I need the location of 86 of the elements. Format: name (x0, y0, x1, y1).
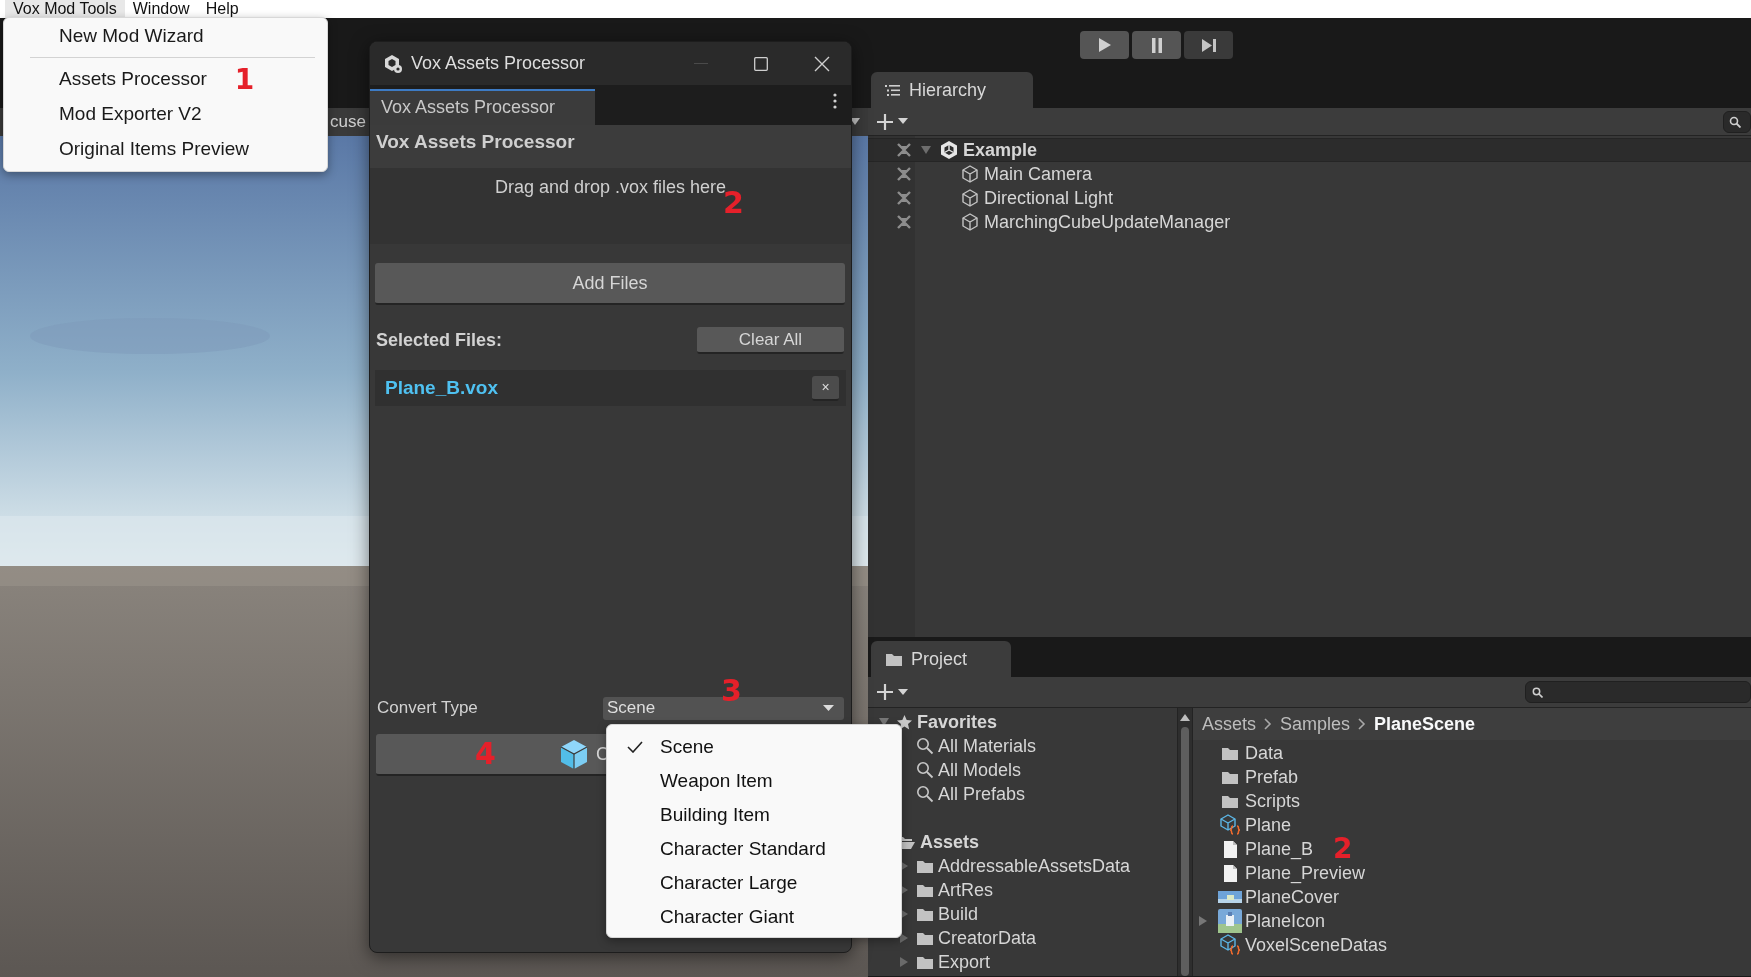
crossed-out-icon[interactable] (895, 189, 913, 207)
clear-all-button[interactable]: Clear All (697, 326, 844, 354)
annotation-number: 1 (234, 67, 255, 92)
folder-icon (1221, 793, 1239, 809)
play-button[interactable] (1080, 31, 1129, 59)
menu-item[interactable]: Mod Exporter V2 (59, 100, 202, 129)
file-name[interactable]: Plane_B.vox (385, 373, 498, 403)
file-icon (1222, 839, 1238, 859)
menu-item[interactable]: Assets Processor (59, 65, 207, 94)
plus-icon (876, 112, 894, 131)
menu-bar-item[interactable]: Window (124, 0, 198, 18)
add-menu-button[interactable] (876, 683, 908, 701)
search-icon (1532, 686, 1543, 698)
search-field[interactable] (1525, 681, 1751, 703)
panel-tab[interactable]: Hierarchy (871, 72, 1033, 108)
chevron-right-icon (1264, 718, 1273, 730)
scene-tab-label[interactable]: cuse (330, 109, 366, 135)
plus-icon (876, 683, 894, 701)
field-label: Convert Type (377, 697, 478, 720)
cube-icon (960, 188, 980, 208)
dropdown-option[interactable]: Character Standard (607, 832, 901, 866)
search-field[interactable] (1723, 110, 1751, 133)
breadcrumb-item[interactable]: Samples (1280, 710, 1351, 738)
dropdown-option[interactable]: Character Large (607, 866, 901, 900)
crossed-out-icon[interactable] (895, 213, 913, 231)
breadcrumb-item[interactable]: PlaneScene (1374, 710, 1476, 738)
play-icon (1097, 37, 1112, 53)
menu-item[interactable]: New Mod Wizard (59, 22, 204, 51)
collapse-triangle-icon[interactable] (898, 932, 910, 944)
more-options-icon[interactable] (833, 93, 837, 109)
folder-icon (916, 954, 934, 970)
cube-icon (960, 212, 980, 232)
star-icon (896, 713, 913, 731)
prefab-script-icon (1219, 934, 1241, 956)
chevron-right-icon (1358, 718, 1367, 730)
add-menu-button[interactable] (876, 112, 908, 131)
section-label: Selected Files: (376, 328, 503, 352)
dropdown-caret-icon[interactable] (850, 118, 860, 126)
close-icon[interactable] (814, 55, 830, 72)
crossed-out-icon[interactable] (895, 165, 913, 183)
dropdown-option[interactable]: Building Item (607, 798, 901, 832)
annotation-number: 2 (1333, 837, 1353, 861)
folder-icon (1221, 745, 1239, 761)
folder-icon (1221, 769, 1239, 785)
dropdown-option[interactable]: Character Giant (607, 900, 901, 934)
folder-icon (916, 858, 934, 874)
menu-bar-item[interactable]: Help (197, 0, 247, 18)
folder-icon (885, 651, 903, 667)
search-icon (916, 737, 934, 755)
breadcrumb-item[interactable]: Assets (1202, 710, 1257, 738)
window-tab[interactable]: Vox Assets Processor (370, 89, 595, 125)
dropdown-caret-icon (823, 704, 834, 712)
panel-tab[interactable]: Project (871, 641, 1011, 677)
dropdown-caret-icon (898, 688, 908, 696)
folder-icon (916, 930, 934, 946)
remove-button[interactable]: × (812, 375, 839, 401)
pause-icon (1150, 37, 1163, 53)
image-thumbnail-icon (1218, 891, 1242, 903)
step-button[interactable] (1184, 31, 1233, 59)
menu-item[interactable]: Original Items Preview (59, 135, 250, 164)
file-icon (1222, 863, 1238, 883)
scrollbar-thumb[interactable] (1181, 727, 1189, 976)
cube-icon (383, 53, 403, 74)
crossed-out-icon[interactable] (895, 141, 913, 159)
maximize-icon[interactable] (754, 56, 768, 71)
add-files-button[interactable]: Add Files (375, 263, 845, 305)
folder-icon (916, 906, 934, 922)
dropdown-option[interactable]: Weapon Item (607, 764, 901, 798)
prefab-script-icon (1219, 814, 1241, 836)
window-title: Vox Assets Processor (411, 52, 586, 75)
search-icon (916, 761, 934, 779)
pause-button[interactable] (1132, 31, 1181, 59)
annotation-number: 4 (475, 738, 496, 770)
search-icon (916, 785, 934, 803)
menu-bar-item[interactable]: Vox Mod Tools (5, 0, 125, 18)
cube-icon (558, 738, 590, 770)
dropdown-option[interactable]: Scene (607, 730, 901, 764)
search-icon (1729, 115, 1741, 128)
list-icon (885, 83, 901, 97)
cube-icon (960, 164, 980, 184)
image-thumbnail-icon (1218, 909, 1242, 933)
scroll-up-arrow-icon[interactable] (1180, 714, 1190, 721)
step-icon (1200, 37, 1217, 53)
panel-header: Vox Assets Processor (370, 125, 851, 168)
dropdown-caret-icon (898, 118, 908, 125)
folder-icon (916, 882, 934, 898)
